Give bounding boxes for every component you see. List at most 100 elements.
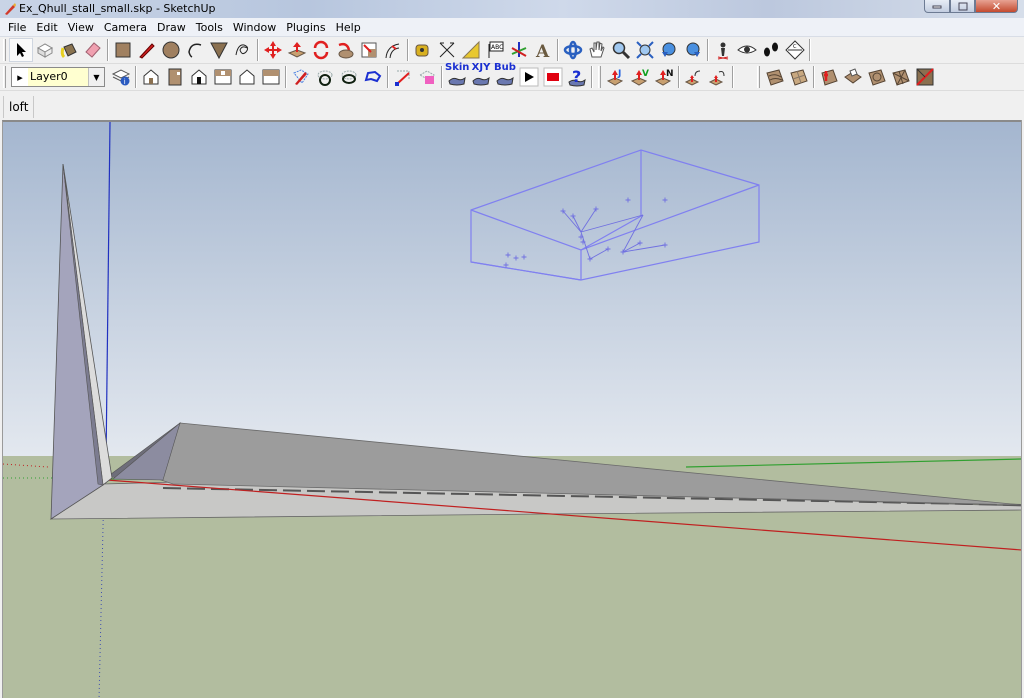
orbit-button[interactable] [561,38,585,62]
minimize-button[interactable] [924,0,950,13]
scene-tab-loft[interactable]: loft [3,96,35,118]
dimension-button[interactable] [435,38,459,62]
stamp-icon [844,68,862,84]
zoom-window-button[interactable] [633,38,657,62]
stop-button[interactable] [541,65,565,89]
sandbox-from-scratch-button[interactable] [787,65,811,89]
redo-push-pull-button[interactable] [706,65,730,89]
eraser-button[interactable] [81,38,105,62]
text-button[interactable]: ABC [483,38,507,62]
sketchup-app-icon [5,3,16,15]
toolbar-grip[interactable] [3,39,6,61]
svg-text:V: V [642,69,649,79]
drawing-viewport[interactable] [2,120,1021,698]
menu-tools[interactable]: Tools [191,18,228,37]
previous-view-button[interactable] [657,38,681,62]
menu-file[interactable]: File [3,18,31,37]
circle-loft-icon [317,70,333,86]
maximize-button[interactable] [950,0,975,13]
next-view-button[interactable] [681,38,705,62]
drape-icon [868,69,886,86]
extrude-edges-button[interactable] [391,65,415,89]
joint-push-pull-button[interactable]: J [604,65,628,89]
undo-push-pull-button[interactable] [682,65,706,89]
zoom-button[interactable] [609,38,633,62]
rotate-button[interactable] [309,38,333,62]
xjy-label: XJY [471,62,491,73]
axes-button[interactable] [507,38,531,62]
tape-measure-button[interactable] [411,38,435,62]
look-around-button[interactable] [735,38,759,62]
layer-manager-button[interactable]: i [109,65,133,89]
vector-push-pull-button[interactable]: V [628,65,652,89]
circle-loft-button[interactable] [313,65,337,89]
pan-button[interactable] [585,38,609,62]
iso-view-button[interactable] [139,65,163,89]
normal-push-pull-button[interactable]: N [652,65,676,89]
sandbox-from-contours-button[interactable] [763,65,787,89]
walk-button[interactable] [759,38,783,62]
add-detail-button[interactable] [889,65,913,89]
move-icon [264,41,282,59]
select-tool-button[interactable] [9,38,33,62]
section-plane-button[interactable]: C [783,38,807,62]
right-view-button[interactable] [211,65,235,89]
sandbox-draw-button[interactable] [289,65,313,89]
help-button[interactable]: ? [565,65,589,89]
menu-camera[interactable]: Camera [99,18,152,37]
protractor-button[interactable] [459,38,483,62]
top-view-button[interactable] [163,65,187,89]
play-button[interactable] [517,65,541,89]
push-pull-button[interactable] [285,38,309,62]
circle-icon [162,41,180,59]
chevron-down-icon[interactable]: ▼ [88,68,104,86]
3d-text-button[interactable]: A [531,38,555,62]
zoom-magnifier-icon [612,41,631,60]
window-title: Ex_Qhull_stall_small.skp - SketchUp [19,2,216,15]
previous-view-icon [662,42,676,57]
position-camera-button[interactable] [711,38,735,62]
menu-window[interactable]: Window [228,18,281,37]
drape-button[interactable] [865,65,889,89]
layer-manager-icon: i [111,69,131,86]
make-component-button[interactable] [33,38,57,62]
menu-view[interactable]: View [63,18,99,37]
xjy-plugin-button[interactable]: XJY [469,62,493,89]
toolbar-grip[interactable] [598,66,601,88]
layer-selector[interactable]: ▸ Layer0 ▼ [11,67,105,87]
arc-button[interactable] [183,38,207,62]
toolbar-grip[interactable] [757,66,760,88]
back-view-button[interactable] [235,65,259,89]
front-view-button[interactable] [187,65,211,89]
close-button[interactable]: ✕ [975,0,1018,13]
scale-button[interactable] [357,38,381,62]
skin-plugin-button[interactable]: Skin [445,63,469,89]
circle-button[interactable] [159,38,183,62]
left-view-button[interactable] [259,65,283,89]
tape-measure-icon [415,44,429,57]
polygon-button[interactable] [207,38,231,62]
toolbar-grip[interactable] [3,66,6,88]
smoove-button[interactable] [817,65,841,89]
line-button[interactable] [135,38,159,62]
secondary-toolbar: ▸ Layer0 ▼ i Skin XJY Bub ? J V N [0,62,1024,91]
joint-push-pull-icon: J [606,69,624,86]
extrude-face-button[interactable] [415,65,439,89]
move-button[interactable] [261,38,285,62]
shape-loft-button[interactable] [337,65,361,89]
offset-button[interactable] [381,38,405,62]
rectangle-button[interactable] [111,38,135,62]
next-view-icon [686,42,700,57]
paint-bucket-button[interactable] [57,38,81,62]
follow-me-button[interactable] [333,38,357,62]
bub-plugin-button[interactable]: Bub [493,63,517,89]
menu-help[interactable]: Help [331,18,366,37]
menu-draw[interactable]: Draw [152,18,191,37]
curve-loft-button[interactable] [361,65,385,89]
scene-canvas[interactable] [3,122,1021,698]
stamp-button[interactable] [841,65,865,89]
flip-edge-button[interactable] [913,65,937,89]
freehand-button[interactable] [231,38,255,62]
menu-plugins[interactable]: Plugins [281,18,330,37]
menu-edit[interactable]: Edit [31,18,62,37]
